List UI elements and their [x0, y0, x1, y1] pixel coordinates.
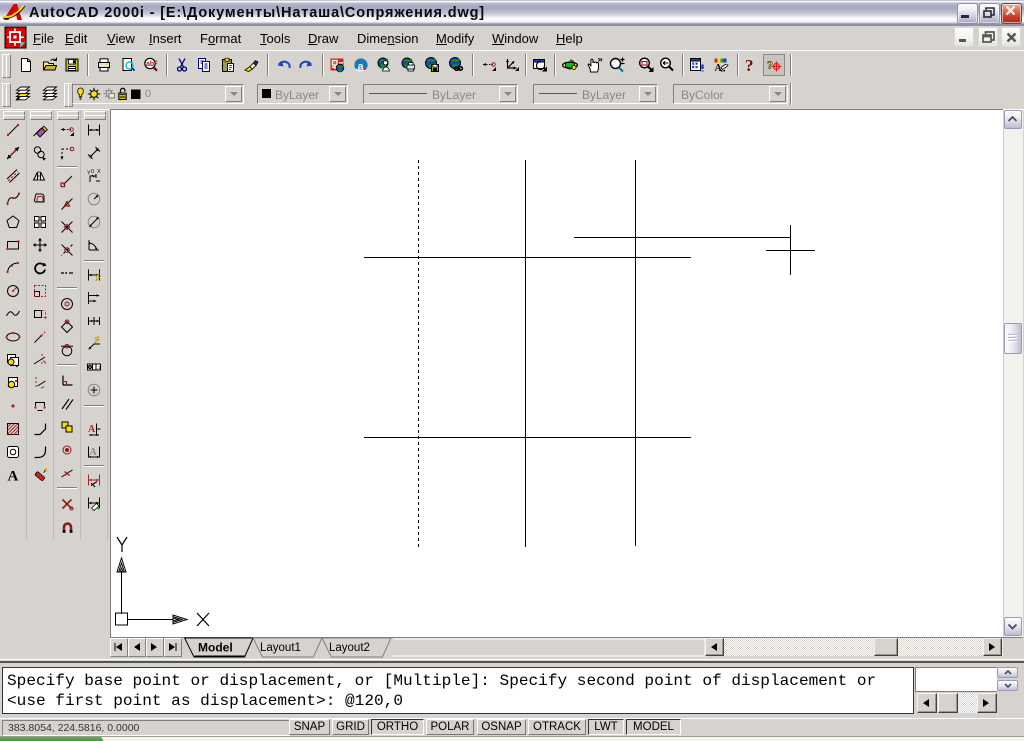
svg-text:Layout2: Layout2 [329, 642, 370, 654]
svg-text:A: A [8, 469, 19, 485]
svg-text:Model: Model [198, 641, 233, 655]
svg-text:a: a [358, 61, 364, 73]
svg-text:X: X [97, 169, 101, 175]
svg-text:.1: .1 [97, 365, 101, 370]
svg-text:ab: ab [146, 61, 154, 68]
svg-text:A: A [88, 424, 96, 435]
svg-text:?: ? [767, 58, 773, 72]
svg-text:0: 0 [91, 169, 94, 175]
svg-text:?: ? [745, 56, 754, 75]
svg-text:c: c [155, 60, 159, 66]
svg-text:Layout1: Layout1 [260, 642, 301, 654]
